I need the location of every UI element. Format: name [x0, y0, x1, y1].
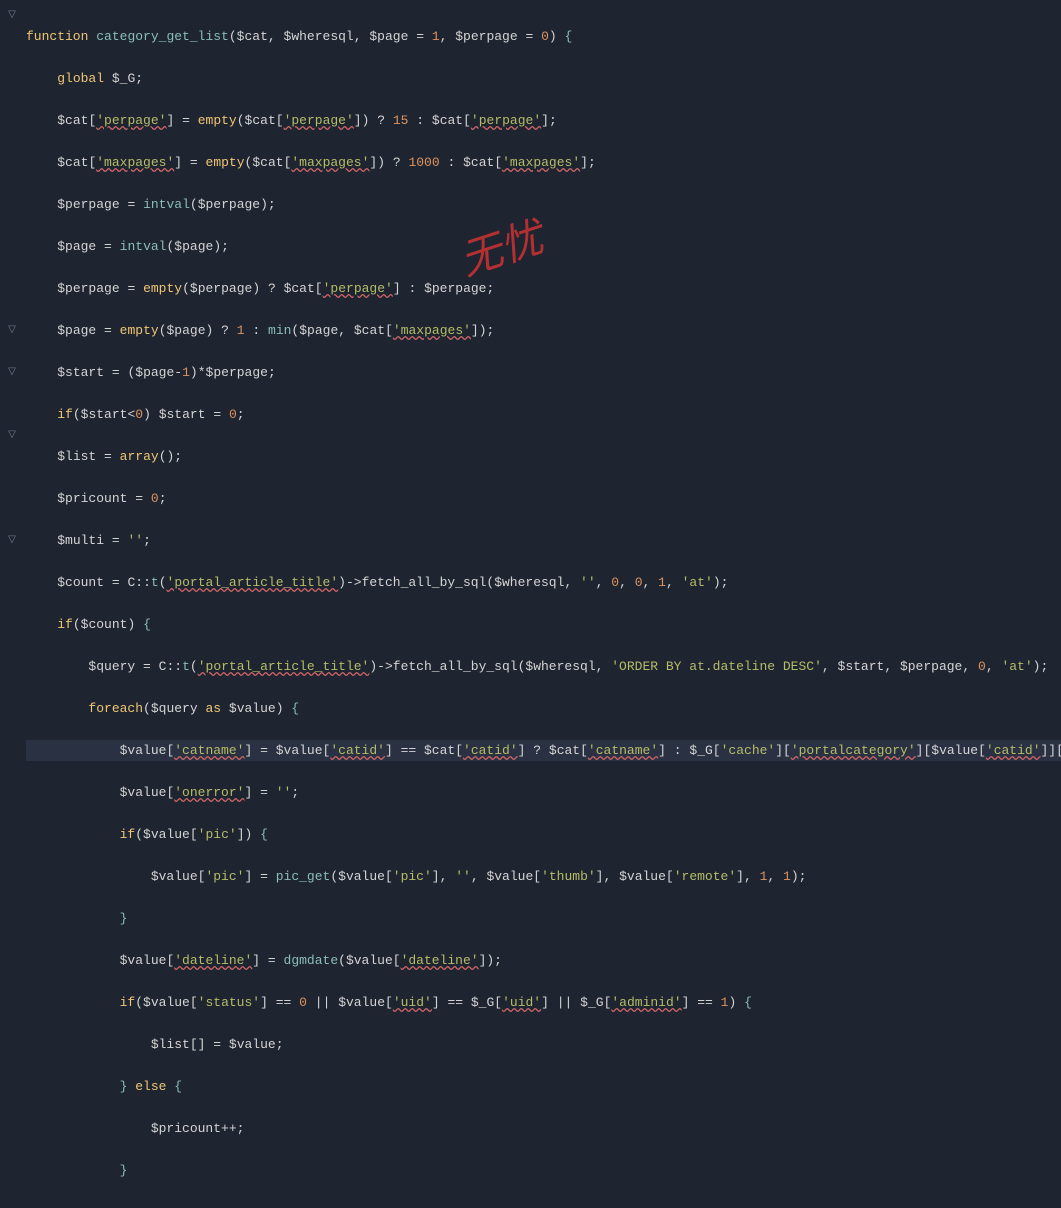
code-line[interactable]: }: [26, 1160, 1061, 1181]
code-line[interactable]: $page = intval($page);: [26, 236, 1061, 257]
fold-marker: [0, 194, 24, 215]
fold-marker: [0, 614, 24, 635]
code-line[interactable]: } else {: [26, 1076, 1061, 1097]
code-line[interactable]: if($count) {: [26, 614, 1061, 635]
code-line[interactable]: $value['catname'] = $value['catid'] == $…: [26, 740, 1061, 761]
fold-marker: [0, 257, 24, 278]
fold-marker: [0, 509, 24, 530]
code-line[interactable]: $perpage = empty($perpage) ? $cat['perpa…: [26, 278, 1061, 299]
fold-marker[interactable]: ▽: [0, 5, 24, 26]
fold-marker[interactable]: ▽: [0, 530, 24, 551]
code-editor: ▽ ▽ ▽ ▽ ▽ function category_get_list($ca…: [0, 0, 1061, 604]
code-line[interactable]: if($value['status'] == 0 || $value['uid'…: [26, 992, 1061, 1013]
code-line[interactable]: $perpage = intval($perpage);: [26, 194, 1061, 215]
fold-marker: [0, 26, 24, 47]
fold-marker: [0, 488, 24, 509]
fold-marker: [0, 89, 24, 110]
fold-marker: [0, 446, 24, 467]
fold-marker[interactable]: ▽: [0, 320, 24, 341]
code-line[interactable]: $list[] = $value;: [26, 1034, 1061, 1055]
fold-marker: [0, 467, 24, 488]
code-line[interactable]: if($value['pic']) {: [26, 824, 1061, 845]
fold-marker: [0, 299, 24, 320]
fold-marker: [0, 551, 24, 572]
code-line[interactable]: $pricount++;: [26, 1118, 1061, 1139]
code-line[interactable]: $value['pic'] = pic_get($value['pic'], '…: [26, 866, 1061, 887]
code-line[interactable]: $cat['perpage'] = empty($cat['perpage'])…: [26, 110, 1061, 131]
code-line[interactable]: function category_get_list($cat, $wheres…: [26, 26, 1061, 47]
fold-marker[interactable]: ▽: [0, 362, 24, 383]
code-line[interactable]: $query = C::t('portal_article_title')->f…: [26, 656, 1061, 677]
code-line[interactable]: $page = empty($page) ? 1 : min($page, $c…: [26, 320, 1061, 341]
code-line[interactable]: foreach($query as $value) {: [26, 698, 1061, 719]
fold-marker: [0, 341, 24, 362]
fold-marker[interactable]: ▽: [0, 425, 24, 446]
fold-marker: [0, 215, 24, 236]
code-line[interactable]: $cat['maxpages'] = empty($cat['maxpages'…: [26, 152, 1061, 173]
fold-marker: [0, 173, 24, 194]
fold-marker: [0, 572, 24, 593]
code-line[interactable]: global $_G;: [26, 68, 1061, 89]
code-line[interactable]: $pricount = 0;: [26, 488, 1061, 509]
code-line[interactable]: if($start<0) $start = 0;: [26, 404, 1061, 425]
fold-marker: [0, 68, 24, 89]
code-area[interactable]: function category_get_list($cat, $wheres…: [24, 0, 1061, 604]
code-line[interactable]: $value['onerror'] = '';: [26, 782, 1061, 803]
fold-marker: [0, 47, 24, 68]
fold-marker: [0, 131, 24, 152]
fold-marker: [0, 383, 24, 404]
fold-marker: [0, 404, 24, 425]
fold-marker: [0, 152, 24, 173]
code-line[interactable]: $list = array();: [26, 446, 1061, 467]
code-line[interactable]: }: [26, 908, 1061, 929]
code-line[interactable]: $value['dateline'] = dgmdate($value['dat…: [26, 950, 1061, 971]
fold-gutter: ▽ ▽ ▽ ▽ ▽: [0, 0, 24, 604]
fold-marker: [0, 110, 24, 131]
fold-marker: [0, 278, 24, 299]
fold-marker: [0, 236, 24, 257]
code-line[interactable]: $start = ($page-1)*$perpage;: [26, 362, 1061, 383]
code-line[interactable]: $multi = '';: [26, 530, 1061, 551]
code-line[interactable]: $count = C::t('portal_article_title')->f…: [26, 572, 1061, 593]
